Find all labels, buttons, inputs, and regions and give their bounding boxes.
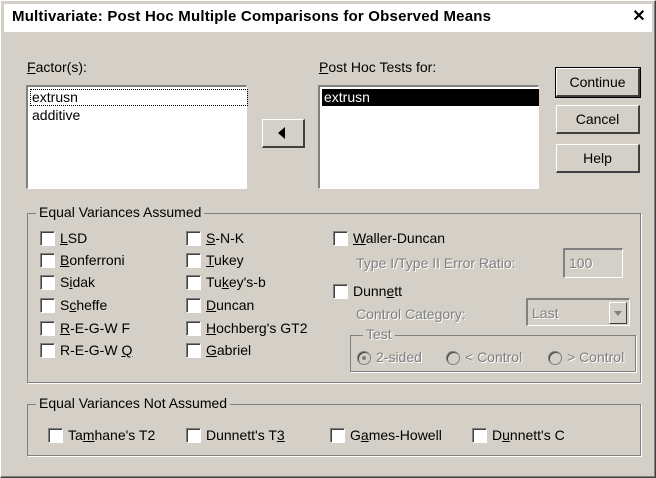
checkbox-box[interactable] — [186, 428, 201, 443]
help-button[interactable]: Help — [556, 144, 640, 173]
factors-listbox[interactable]: extrusn additive — [26, 85, 248, 189]
checkbox-label: S-N-K — [206, 230, 245, 246]
checkbox-label: R-E-G-W Q — [60, 342, 133, 358]
move-factor-button[interactable] — [262, 119, 305, 148]
continue-button[interactable]: Continue — [555, 67, 641, 98]
checkbox-label: Dunnett — [353, 283, 403, 299]
control-category-select[interactable]: Last — [526, 298, 630, 326]
checkbox-label: Tukey's-b — [206, 274, 266, 290]
checkbox-label: Duncan — [206, 297, 255, 313]
radio-lt-control[interactable] — [446, 351, 460, 365]
checkbox-label: LSD — [60, 230, 88, 246]
checkbox-label: Games-Howell — [350, 427, 442, 443]
control-category-value: Last — [532, 305, 559, 321]
checkbox-box[interactable] — [40, 275, 55, 290]
test-legend: Test — [363, 326, 395, 342]
radio-two-sided[interactable] — [357, 351, 371, 365]
checkbox-label: Hochberg's GT2 — [206, 320, 308, 336]
checkbox-box[interactable] — [472, 428, 487, 443]
radio-lt-control-label: < Control — [465, 349, 523, 365]
radio-two-sided-label: 2-sided — [376, 349, 422, 365]
left-arrow-icon — [278, 127, 285, 139]
dialog-title: Multivariate: Post Hoc Multiple Comparis… — [12, 8, 492, 25]
error-ratio-input[interactable]: 100 — [563, 248, 623, 278]
checkbox-box[interactable] — [40, 253, 55, 268]
title-bar: Multivariate: Post Hoc Multiple Comparis… — [4, 4, 652, 32]
radio-gt-control-label: > Control — [567, 349, 625, 365]
checkbox-box[interactable] — [40, 231, 55, 246]
checkbox-label: Tukey — [206, 252, 244, 268]
error-ratio-label: Type I/Type II Error Ratio: — [356, 255, 516, 271]
checkbox-box[interactable] — [40, 298, 55, 313]
control-category-label: Control Category: — [356, 306, 466, 322]
cancel-button[interactable]: Cancel — [556, 105, 640, 134]
chevron-down-icon[interactable] — [609, 302, 627, 324]
checkbox-label: Bonferroni — [60, 252, 125, 268]
checkbox-box[interactable] — [333, 284, 348, 299]
radio-gt-control[interactable] — [548, 351, 562, 365]
checkbox-box[interactable] — [333, 231, 348, 246]
equal-variances-assumed-legend: Equal Variances Assumed — [36, 204, 205, 220]
equal-variances-not-assumed-legend: Equal Variances Not Assumed — [36, 395, 231, 411]
checkbox-box[interactable] — [186, 253, 201, 268]
checkbox-box[interactable] — [186, 231, 201, 246]
close-icon[interactable]: ✕ — [628, 6, 650, 28]
checkbox-box[interactable] — [48, 428, 63, 443]
checkbox-box[interactable] — [186, 275, 201, 290]
factor-item-additive[interactable]: additive — [30, 107, 82, 124]
checkbox-label: Gabriel — [206, 342, 252, 358]
checkbox-label: Dunnett's T3 — [206, 427, 285, 443]
posthoc-label: Post Hoc Tests for: — [319, 59, 437, 75]
checkbox-box[interactable] — [186, 321, 201, 336]
posthoc-listbox[interactable]: extrusn — [318, 85, 539, 189]
checkbox-box[interactable] — [40, 343, 55, 358]
checkbox-box[interactable] — [186, 298, 201, 313]
checkbox-label: Waller-Duncan — [353, 230, 446, 246]
checkbox-box[interactable] — [330, 428, 345, 443]
checkbox-label: Scheffe — [60, 297, 108, 313]
checkbox-label: Dunnett's C — [492, 427, 565, 443]
checkbox-label: Sidak — [60, 274, 96, 290]
factor-item-extrusn[interactable]: extrusn — [30, 89, 248, 106]
checkbox-box[interactable] — [40, 321, 55, 336]
checkbox-label: R-E-G-W F — [60, 320, 130, 336]
checkbox-box[interactable] — [186, 343, 201, 358]
checkbox-label: Tamhane's T2 — [68, 427, 156, 443]
posthoc-item-extrusn[interactable]: extrusn — [322, 89, 539, 106]
factors-label: Factor(s): — [27, 59, 87, 75]
